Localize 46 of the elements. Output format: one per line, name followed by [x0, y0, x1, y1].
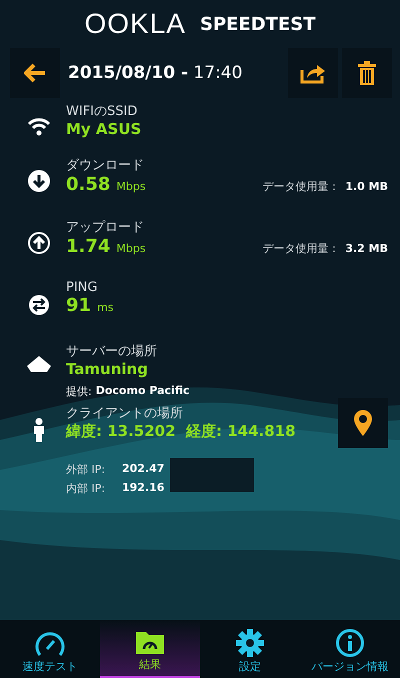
item-value: 1.74 — [66, 236, 110, 257]
ip-label: 内部 IP: — [66, 481, 106, 496]
person-icon — [33, 418, 45, 442]
unit-label: ms — [97, 301, 114, 314]
item-label: ダウンロード — [66, 157, 145, 174]
folder-icon — [135, 629, 165, 655]
test-datetime: 2015/08/10 - 17:40 — [68, 63, 242, 83]
unit-label: Mbps — [116, 180, 146, 193]
nav-tab[interactable]: バージョン情報 — [300, 620, 400, 678]
item-value: Tamuning — [66, 360, 148, 378]
unit-label: Mbps — [116, 242, 146, 255]
info-icon — [336, 629, 364, 657]
nav-tab[interactable]: 設定 — [200, 620, 300, 678]
map-pin-icon — [354, 410, 372, 436]
wifi-icon — [27, 116, 51, 136]
item-value: 緯度: 13.5202 経度: 144.818 — [66, 422, 296, 441]
usage-value: 1.0 MB — [345, 180, 388, 193]
item-value: My ASUS — [66, 120, 142, 138]
delete-button[interactable] — [342, 48, 392, 98]
item-value: 0.58 — [66, 174, 110, 195]
ip-address: 202.47 — [122, 462, 166, 477]
item-label: アップロード — [66, 219, 145, 236]
share-button[interactable] — [288, 48, 338, 98]
item-label: クライアントの場所 — [66, 405, 184, 422]
item-label: サーバーの場所 — [66, 343, 158, 360]
trash-icon — [358, 61, 376, 85]
share-icon — [300, 62, 326, 84]
ip-address: 192.16 — [122, 481, 166, 496]
item-value: 91 — [66, 295, 92, 316]
logo: OOKLA — [84, 8, 186, 40]
usage-label: データ使用量： — [262, 241, 340, 256]
arrow-left-icon — [23, 63, 47, 83]
location-button[interactable] — [338, 398, 388, 448]
nav-tab[interactable]: 結果 — [100, 620, 200, 678]
back-button[interactable] — [10, 48, 60, 98]
nav-tab[interactable]: 速度テスト — [0, 620, 100, 678]
gauge-icon — [35, 631, 65, 657]
usage-value: 3.2 MB — [345, 242, 388, 255]
provider-name: Docomo Pacific — [96, 384, 190, 399]
usage-label: データ使用量： — [262, 179, 340, 194]
item-label: WIFIのSSID — [66, 103, 138, 120]
item-label: PING — [66, 280, 98, 295]
app-title: SPEEDTEST — [200, 14, 316, 34]
provider-label: 提供: — [66, 384, 92, 399]
ip-label: 外部 IP: — [66, 462, 106, 477]
swap-arrows-icon — [28, 294, 50, 316]
